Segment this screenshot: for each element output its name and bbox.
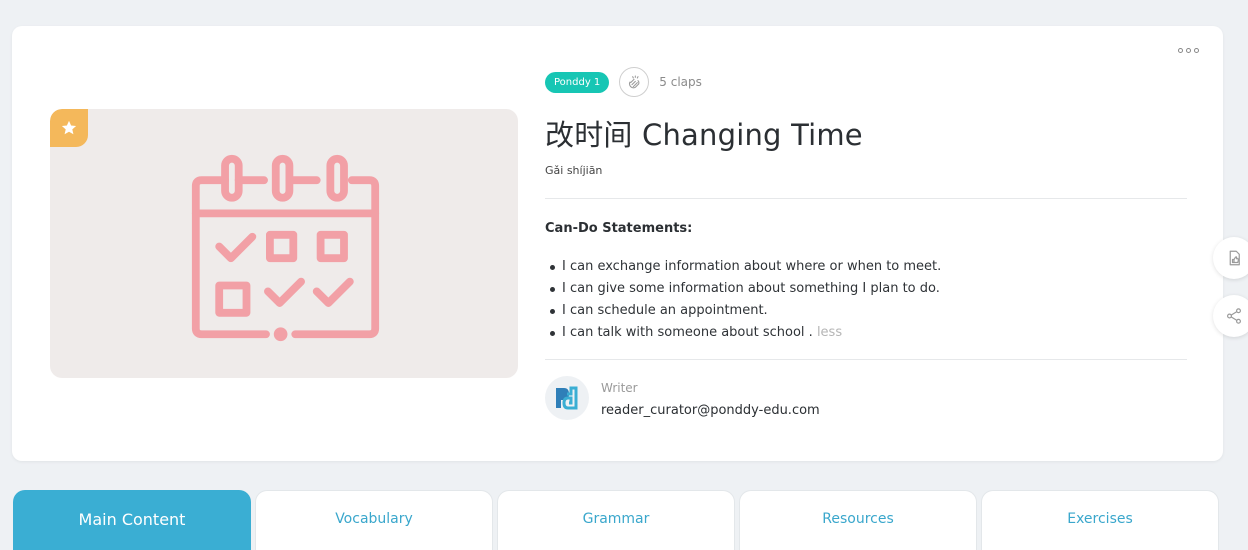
divider [545, 359, 1187, 360]
content-tabs: Main Content Vocabulary Grammar Resource… [13, 490, 1219, 550]
cando-item: I can talk with someone about school . l… [550, 322, 941, 344]
tab-exercises[interactable]: Exercises [981, 490, 1219, 550]
clap-icon[interactable] [619, 67, 650, 97]
cando-item: I can give some information about someth… [550, 278, 941, 300]
writer-email[interactable]: reader_curator@ponddy-edu.com [601, 403, 820, 418]
clipboard-like-icon[interactable] [1213, 237, 1248, 279]
lesson-meta: Ponddy 1 5 claps [545, 67, 702, 97]
lesson-cover-image [50, 109, 518, 378]
more-options-icon[interactable] [1178, 48, 1199, 53]
cando-item: I can schedule an appointment. [550, 300, 941, 322]
writer-avatar[interactable] [545, 376, 589, 420]
lesson-title: 改时间 Changing Time [545, 118, 863, 152]
tab-resources[interactable]: Resources [739, 490, 977, 550]
less-link[interactable]: less [817, 325, 842, 340]
cando-heading: Can-Do Statements: [545, 221, 693, 236]
cando-list: I can exchange information about where o… [550, 256, 941, 344]
tab-vocabulary[interactable]: Vocabulary [255, 490, 493, 550]
writer-label: Writer [601, 381, 638, 395]
cando-item: I can exchange information about where o… [550, 256, 941, 278]
tab-grammar[interactable]: Grammar [497, 490, 735, 550]
calendar-icon [191, 154, 380, 342]
level-badge[interactable]: Ponddy 1 [545, 71, 610, 93]
lesson-pinyin: Gǎi shíjiān [545, 164, 603, 177]
tab-main-content[interactable]: Main Content [13, 490, 251, 550]
star-icon [50, 109, 88, 147]
lesson-card: Ponddy 1 5 claps 改时间 Changing Time Gǎi s… [12, 26, 1223, 461]
divider [545, 198, 1187, 199]
share-icon[interactable] [1213, 295, 1248, 337]
clap-count: 5 claps [659, 75, 702, 89]
